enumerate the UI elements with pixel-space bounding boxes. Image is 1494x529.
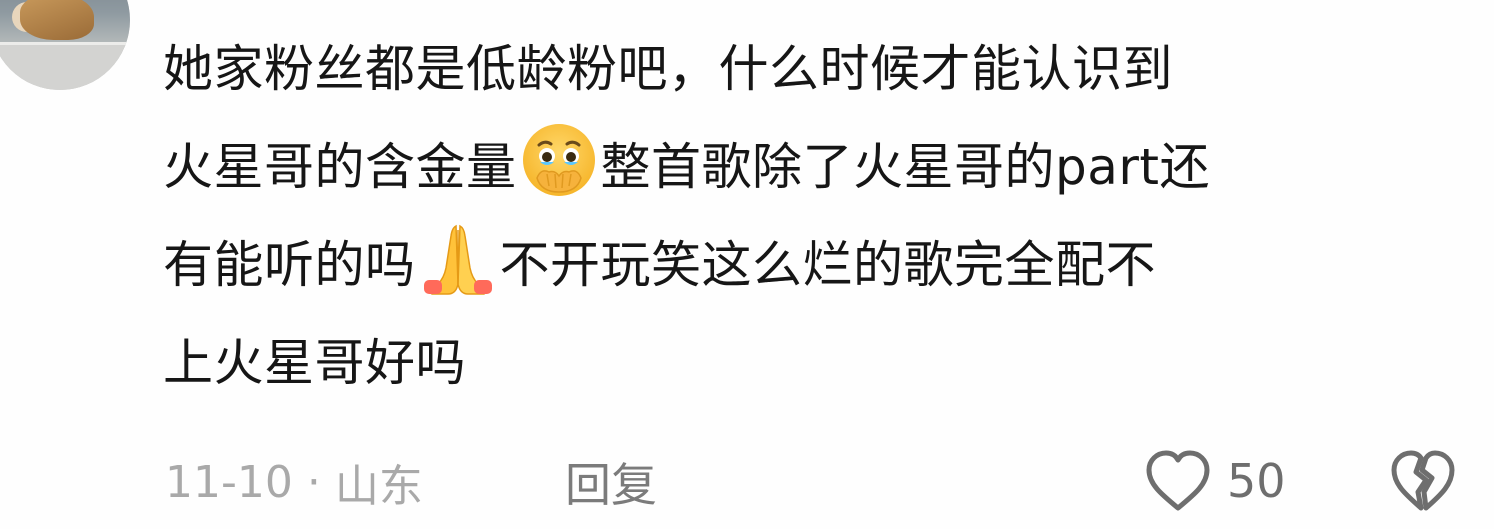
comment-location: 山东 [334,461,423,512]
comment-text: 她家粉丝都是低龄粉吧，什么时候才能认识到 火星哥的含金量 整首歌除了火星哥的pa… [163,20,1483,412]
comment-line-2: 火星哥的含金量 整首歌除了火星哥的part还 [163,118,1483,216]
avatar[interactable] [0,0,130,90]
folded-hands-emoji-icon [423,224,492,295]
comment-meta: 11-10 · 山东 [165,452,423,513]
heart-icon [1146,450,1210,511]
reply-button[interactable]: 回复 [565,452,657,512]
comment-line-3: 有能听的吗 不开玩笑这么烂的歌完全配不 [163,216,1483,314]
reply-label: 回复 [565,458,657,512]
like-count: 50 [1227,454,1286,508]
comment-line-4: 上火星哥好吗 [163,334,466,392]
dislike-button[interactable] [1388,445,1458,517]
meta-separator: · [306,456,321,508]
broken-heart-icon [1391,450,1455,511]
holding-back-tears-emoji-icon [522,124,595,196]
comment-item: 她家粉丝都是低龄粉吧，什么时候才能认识到 火星哥的含金量 整首歌除了火星哥的pa… [0,0,1494,529]
comment-line-1: 她家粉丝都是低龄粉吧，什么时候才能认识到 [163,40,1173,98]
like-button[interactable]: 50 [1143,445,1286,517]
comment-date: 11-10 [165,456,293,508]
